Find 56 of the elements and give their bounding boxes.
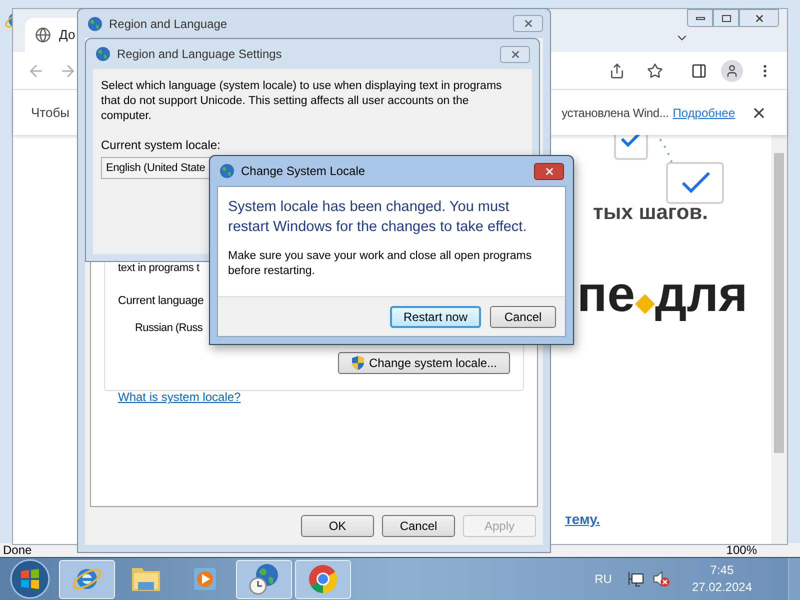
- description-text: Select which language (system locale) to use when displaying text in programs that do not support Unicode. This setting affects all user accounts on the computer.: [101, 79, 503, 124]
- profile-icon[interactable]: [721, 60, 743, 82]
- chrome-icon: [307, 563, 339, 595]
- side-panel-icon[interactable]: [691, 62, 707, 78]
- info-text: Чтобы: [31, 104, 70, 122]
- more-link[interactable]: Подробнее: [672, 104, 735, 122]
- share-icon[interactable]: [609, 62, 625, 78]
- close-button[interactable]: [534, 162, 564, 180]
- description-text: text in programs t: [118, 261, 200, 276]
- globe-icon: [219, 163, 235, 179]
- media-player-icon: [191, 565, 219, 593]
- muted-volume-icon[interactable]: [652, 571, 670, 587]
- change-locale-button[interactable]: Change system locale...: [338, 352, 510, 374]
- close-icon: [544, 166, 554, 176]
- close-icon: [754, 12, 764, 24]
- window-title: Region and Language: [109, 16, 228, 32]
- globe-icon: [87, 16, 103, 32]
- page-subheading: тых шагов.: [593, 200, 709, 226]
- field-label: Current language: [118, 294, 204, 308]
- page-title: для: [655, 268, 748, 318]
- diamond-icon: [635, 294, 656, 314]
- start-button[interactable]: [9, 558, 51, 600]
- clock-date[interactable]: 27.02.2024: [692, 579, 752, 596]
- taskbar-button[interactable]: [236, 560, 292, 598]
- close-button[interactable]: [739, 9, 779, 27]
- maximize-button[interactable]: [713, 9, 739, 27]
- field-value: Russian (Russ: [135, 320, 203, 336]
- close-icon: [510, 48, 520, 60]
- field-label: Current system locale:: [101, 137, 222, 154]
- status-text: Done: [3, 542, 32, 559]
- zoom-level: 100%: [726, 542, 757, 559]
- dialog-title: Region and Language Settings: [117, 46, 283, 63]
- star-icon[interactable]: [647, 62, 663, 78]
- page-title: пе: [577, 268, 636, 318]
- dialog-message: Make sure you save your work and close all open programs before restarting.: [228, 249, 533, 279]
- dialog-button[interactable]: Cancel: [490, 306, 556, 328]
- clock-time[interactable]: 7:45: [710, 562, 734, 579]
- dialog-button[interactable]: Restart now: [390, 306, 481, 328]
- minimize-button[interactable]: [687, 9, 713, 27]
- page-link[interactable]: тему.: [565, 509, 771, 530]
- close-icon: [522, 18, 534, 29]
- globe-icon: [35, 27, 51, 43]
- dialog-button[interactable]: Cancel: [382, 515, 455, 537]
- globe-clock-icon: [247, 562, 281, 596]
- dialog-heading: System locale has been changed. You must restart Windows for the changes to take effect.: [228, 198, 528, 237]
- dialog-button[interactable]: OK: [301, 515, 374, 537]
- scrollbar[interactable]: [771, 135, 787, 544]
- shield-icon: [350, 356, 365, 370]
- info-text: установлена Wind...: [562, 104, 669, 122]
- close-button[interactable]: [513, 15, 543, 32]
- taskbar-button[interactable]: [59, 560, 115, 598]
- taskbar-button[interactable]: [295, 560, 351, 598]
- network-icon[interactable]: [628, 571, 644, 587]
- close-button[interactable]: [500, 46, 530, 62]
- help-link[interactable]: What is system locale?: [118, 388, 241, 406]
- globe-icon: [95, 46, 111, 62]
